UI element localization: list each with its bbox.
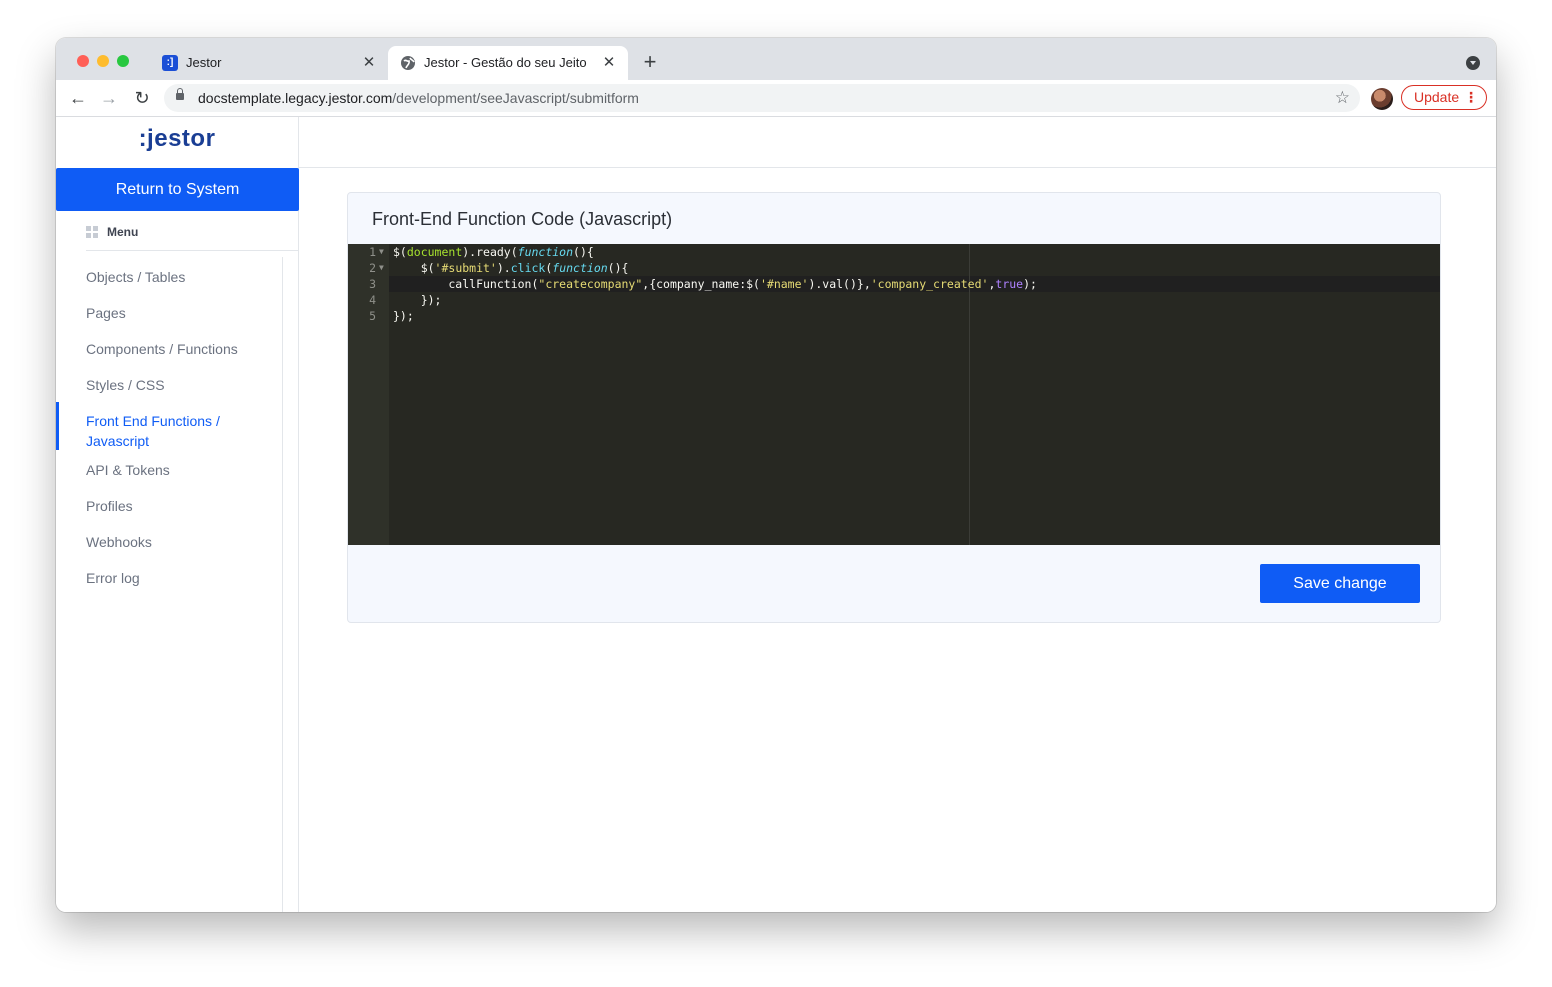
sidebar-item-styles-css[interactable]: Styles / CSS <box>86 375 165 395</box>
fold-arrow-icon[interactable]: ▼ <box>379 260 384 276</box>
browser-window: :] Jestor ✕ Jestor - Gestão do seu Jeito… <box>56 38 1496 912</box>
sidebar-item-profiles[interactable]: Profiles <box>86 496 133 516</box>
code-line: $('#submit').click(function(){ <box>393 261 629 275</box>
save-change-button[interactable]: Save change <box>1260 564 1420 603</box>
globe-icon <box>400 55 416 71</box>
line-number: 2 <box>369 261 376 275</box>
tab-strip: :] Jestor ✕ Jestor - Gestão do seu Jeito… <box>56 38 1496 80</box>
new-tab-icon[interactable]: + <box>638 51 662 75</box>
close-tab-icon[interactable]: ✕ <box>360 54 378 72</box>
update-button[interactable]: Update ⋮ <box>1401 85 1487 110</box>
line-number: 3 <box>369 277 376 291</box>
jestor-logo[interactable]: :jestor <box>56 125 298 153</box>
sidebar-item-components-functions[interactable]: Components / Functions <box>86 339 238 359</box>
address-bar[interactable]: docstemplate.legacy.jestor.com/developme… <box>164 84 1360 112</box>
sidebar-item-objects-tables[interactable]: Objects / Tables <box>86 267 185 287</box>
page-content: :jestor Return to System Menu Objects / … <box>56 117 1496 912</box>
tab-search-icon[interactable] <box>1466 56 1480 70</box>
maximize-window-button[interactable] <box>117 55 129 67</box>
divider <box>86 250 298 251</box>
jestor-favicon-icon: :] <box>162 55 178 71</box>
active-indicator <box>56 402 59 450</box>
reload-icon[interactable]: ↻ <box>131 87 153 109</box>
sidebar-item-webhooks[interactable]: Webhooks <box>86 532 152 552</box>
return-to-system-button[interactable]: Return to System <box>56 168 299 211</box>
code-line: }); <box>393 309 414 323</box>
minimize-window-button[interactable] <box>97 55 109 67</box>
profile-avatar[interactable] <box>1371 88 1393 110</box>
grid-icon <box>86 226 98 238</box>
code-line: callFunction("createcompany",{company_na… <box>393 277 1037 291</box>
notification-badge: 1 <box>1458 910 1480 912</box>
code-line: }); <box>393 293 442 307</box>
tab-title: Jestor <box>186 55 222 70</box>
url-text[interactable]: docstemplate.legacy.jestor.com/developme… <box>198 90 639 106</box>
tab-title: Jestor - Gestão do seu Jeito <box>424 55 587 70</box>
browser-toolbar: ← → ↻ docstemplate.legacy.jestor.com/dev… <box>56 80 1496 117</box>
code-editor[interactable]: 1 2 3 4 5 ▼ ▼ $(document).ready(function… <box>348 244 1440 545</box>
card-title: Front-End Function Code (Javascript) <box>372 209 673 229</box>
bookmark-star-icon[interactable]: ☆ <box>1335 88 1350 108</box>
line-number: 1 <box>369 245 376 259</box>
code-line: $(document).ready(function(){ <box>393 245 594 259</box>
line-number: 5 <box>369 309 376 323</box>
forward-arrow-icon[interactable]: → <box>98 87 120 109</box>
line-number: 4 <box>369 293 376 307</box>
close-tab-icon[interactable]: ✕ <box>600 54 618 72</box>
code-editor-card: Front-End Function Code (Javascript) 1 2… <box>347 192 1441 623</box>
more-vert-icon: ⋮ <box>1464 89 1478 105</box>
lock-icon <box>176 88 184 100</box>
main-header <box>299 117 1496 168</box>
sidebar-item-front-end-functions[interactable]: Front End Functions / Javascript <box>86 411 220 451</box>
sidebar-divider <box>282 257 283 912</box>
sidebar-item-pages[interactable]: Pages <box>86 303 126 323</box>
close-window-button[interactable] <box>77 55 89 67</box>
fold-arrow-icon[interactable]: ▼ <box>379 244 384 260</box>
tab-jestor[interactable]: :] Jestor ✕ <box>152 46 388 80</box>
sidebar-item-api-tokens[interactable]: API & Tokens <box>86 460 170 480</box>
sidebar: :jestor Return to System Menu Objects / … <box>56 117 299 912</box>
back-arrow-icon[interactable]: ← <box>67 87 89 109</box>
sidebar-item-error-log[interactable]: Error log <box>86 568 140 588</box>
tab-jestor-gestao[interactable]: Jestor - Gestão do seu Jeito ✕ <box>388 46 628 80</box>
